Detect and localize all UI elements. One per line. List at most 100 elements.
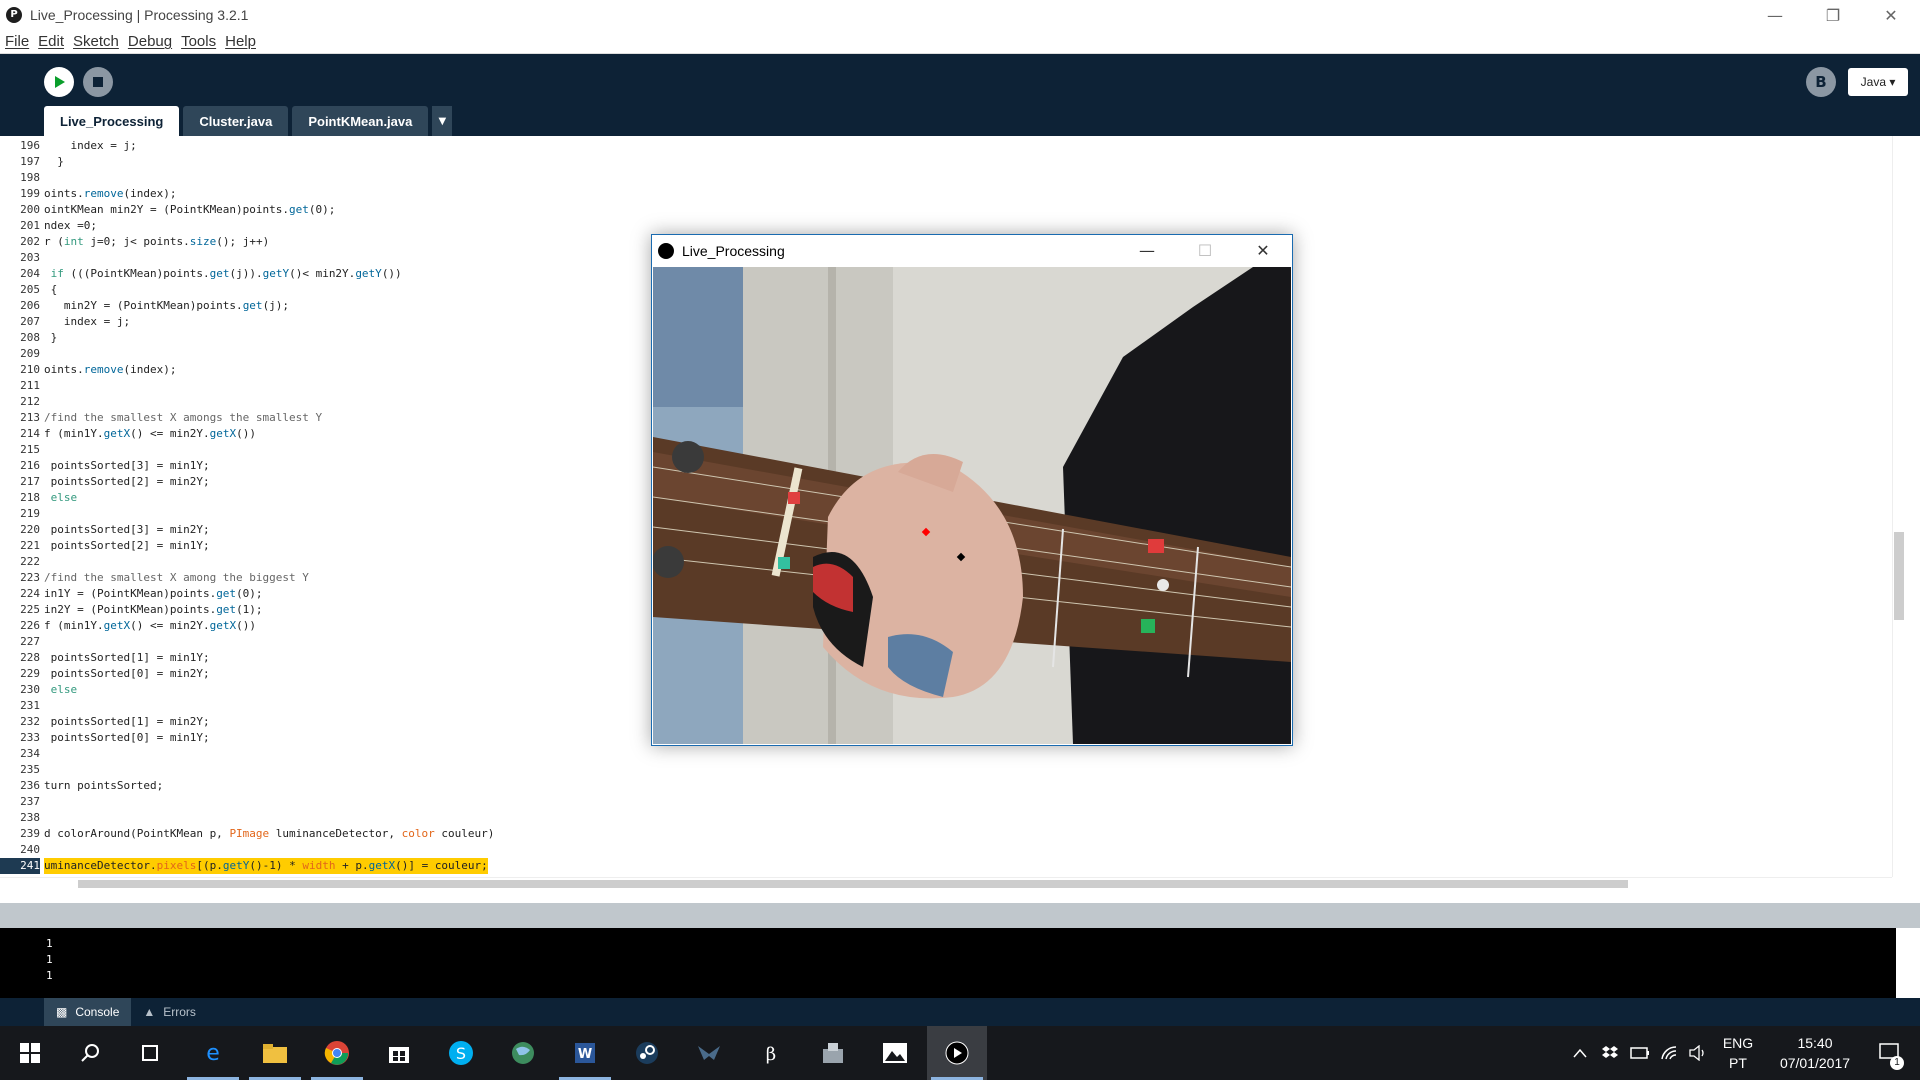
battery-tray[interactable]: [1628, 1026, 1652, 1080]
speaker-icon: [1689, 1045, 1704, 1061]
tab-menu-dropdown[interactable]: ▼: [432, 106, 453, 136]
close-button[interactable]: ✕: [1862, 0, 1920, 30]
line-number: 231: [20, 699, 40, 712]
line-number: 203: [20, 251, 40, 264]
console-line: 1: [46, 937, 53, 950]
search-button[interactable]: [60, 1026, 120, 1080]
code-line: f (min1Y.getX() <= min2Y.getX()): [44, 427, 256, 440]
code-line: r (int j=0; j< points.size(); j++): [44, 235, 270, 248]
sketch-close-button[interactable]: ✕: [1234, 235, 1292, 266]
menu-help[interactable]: Help: [225, 33, 256, 50]
clock-time: 15:40: [1797, 1035, 1833, 1051]
line-number: 216: [20, 459, 40, 472]
taskbar-file-explorer[interactable]: [245, 1026, 305, 1080]
sketch-window-title: Live_Processing: [682, 242, 785, 259]
code-line: d colorAround(PointKMean p, PImage lumin…: [44, 827, 495, 840]
word-icon: W: [575, 1043, 595, 1063]
line-number: 213: [20, 411, 40, 424]
editor-vertical-scrollbar[interactable]: [1892, 136, 1920, 877]
line-number: 219: [20, 507, 40, 520]
line-number: 200: [20, 203, 40, 216]
taskbar-skype[interactable]: S: [431, 1026, 491, 1080]
line-number: 217: [20, 475, 40, 488]
line-number: 197: [20, 155, 40, 168]
menu-file[interactable]: File: [5, 33, 29, 50]
battery-icon: [1630, 1047, 1649, 1059]
line-number: 226: [20, 619, 40, 632]
line-number: 238: [20, 811, 40, 824]
editor-horizontal-scrollbar[interactable]: [0, 877, 1892, 903]
camera-canvas[interactable]: [653, 267, 1291, 744]
line-number: 229: [20, 667, 40, 680]
line-number: 239: [20, 827, 40, 840]
language-indicator[interactable]: ENG PT: [1716, 1026, 1760, 1080]
editor-console-divider[interactable]: [0, 903, 1920, 928]
line-number: 218: [20, 491, 40, 504]
console-line: 1: [46, 969, 53, 982]
skype-icon: S: [449, 1041, 473, 1065]
sketch-window[interactable]: Live_Processing — ☐ ✕: [651, 234, 1293, 746]
tab-cluster-java[interactable]: Cluster.java: [183, 106, 289, 136]
show-hidden-icons-button[interactable]: [1568, 1026, 1592, 1080]
minimize-button[interactable]: —: [1746, 0, 1804, 30]
bird-icon: [698, 1046, 720, 1060]
line-number: 224: [20, 587, 40, 600]
console-tab[interactable]: ▩ Console: [44, 998, 132, 1026]
line-number: 228: [20, 651, 40, 664]
code-line: /find the smallest X among the biggest Y: [44, 571, 309, 584]
camera-frame-image: [653, 267, 1291, 744]
tab-pointkmean-java[interactable]: PointKMean.java: [292, 106, 429, 136]
taskbar-word[interactable]: W: [555, 1026, 615, 1080]
taskbar-processing[interactable]: [927, 1026, 987, 1080]
menu-sketch[interactable]: Sketch: [73, 33, 119, 50]
dropbox-tray[interactable]: [1598, 1026, 1622, 1080]
tab-live-processing[interactable]: Live_Processing: [44, 106, 180, 136]
console-scrollbar[interactable]: [1896, 928, 1920, 998]
scrollbar-thumb[interactable]: [78, 880, 1628, 888]
taskbar-edge[interactable]: e: [183, 1026, 243, 1080]
menu-tools[interactable]: Tools: [181, 33, 216, 50]
taskbar-beta-app[interactable]: β: [741, 1026, 801, 1080]
steam-icon: [636, 1042, 658, 1064]
console-output: 1 1 1: [0, 928, 1920, 998]
taskbar-steam[interactable]: [617, 1026, 677, 1080]
line-number: 209: [20, 347, 40, 360]
start-button[interactable]: [0, 1026, 60, 1080]
code-line: f (min1Y.getX() <= min2Y.getX()): [44, 619, 256, 632]
taskbar-store[interactable]: [369, 1026, 429, 1080]
clock[interactable]: 15:40 07/01/2017: [1770, 1026, 1860, 1080]
line-number: 208: [20, 331, 40, 344]
action-center-button[interactable]: 1: [1868, 1026, 1912, 1080]
wifi-tray[interactable]: [1658, 1026, 1682, 1080]
scrollbar-thumb[interactable]: [1894, 532, 1904, 620]
line-number: 206: [20, 299, 40, 312]
errors-tab[interactable]: ▲ Errors: [131, 998, 208, 1026]
debug-toggle-button[interactable]: B: [1806, 67, 1836, 97]
line-number: 221: [20, 539, 40, 552]
code-line: turn pointsSorted;: [44, 779, 164, 792]
menu-edit[interactable]: Edit: [38, 33, 64, 50]
task-view-icon: [142, 1045, 158, 1061]
task-view-button[interactable]: [120, 1026, 180, 1080]
line-number: 225: [20, 603, 40, 616]
code-line: pointsSorted[3] = min1Y;: [44, 459, 210, 472]
stop-button[interactable]: [83, 67, 113, 97]
taskbar-globe-app[interactable]: [493, 1026, 553, 1080]
line-number: 234: [20, 747, 40, 760]
taskbar-installer-app[interactable]: [803, 1026, 863, 1080]
restore-button[interactable]: ❐: [1804, 0, 1862, 30]
sketch-minimize-button[interactable]: —: [1118, 235, 1176, 266]
taskbar-photos[interactable]: [865, 1026, 925, 1080]
photos-icon: [883, 1043, 907, 1063]
taskbar-bird-app[interactable]: [679, 1026, 739, 1080]
taskbar-chrome[interactable]: [307, 1026, 367, 1080]
menu-debug[interactable]: Debug: [128, 33, 172, 50]
sketch-maximize-button[interactable]: ☐: [1176, 235, 1234, 266]
line-number: 211: [20, 379, 40, 392]
console-line: 1: [46, 953, 53, 966]
play-icon: [55, 76, 65, 88]
run-button[interactable]: [44, 67, 74, 97]
code-line: else: [50, 683, 78, 696]
volume-tray[interactable]: [1686, 1026, 1710, 1080]
mode-select[interactable]: Java ▾: [1848, 68, 1908, 96]
